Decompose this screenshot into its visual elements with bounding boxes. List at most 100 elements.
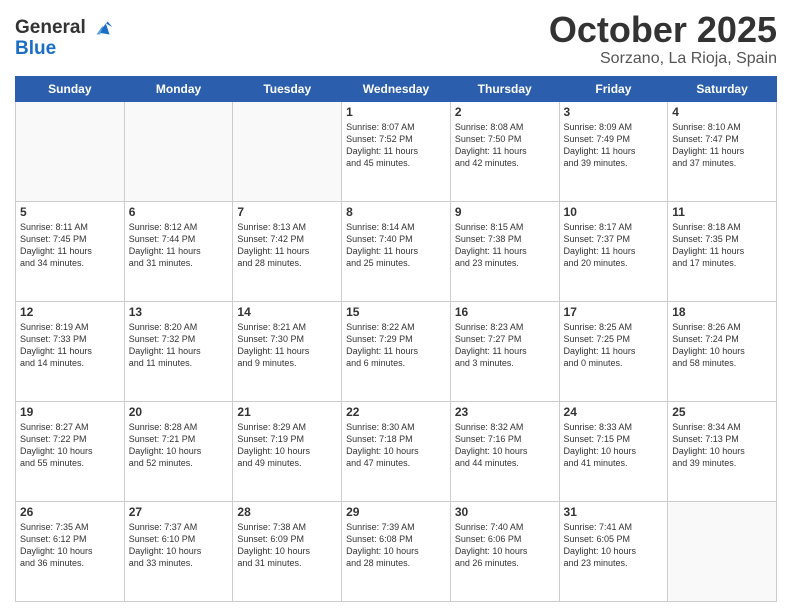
day-info: Sunrise: 8:23 AM Sunset: 7:27 PM Dayligh… bbox=[455, 321, 555, 370]
day-info: Sunrise: 7:38 AM Sunset: 6:09 PM Dayligh… bbox=[237, 521, 337, 570]
calendar-cell: 10 Sunrise: 8:17 AM Sunset: 7:37 PM Dayli… bbox=[559, 201, 668, 301]
calendar-cell bbox=[668, 501, 777, 601]
day-info: Sunrise: 8:32 AM Sunset: 7:16 PM Dayligh… bbox=[455, 421, 555, 470]
day-number: 20 bbox=[129, 405, 229, 419]
day-info: Sunrise: 7:35 AM Sunset: 6:12 PM Dayligh… bbox=[20, 521, 120, 570]
day-info: Sunrise: 8:29 AM Sunset: 7:19 PM Dayligh… bbox=[237, 421, 337, 470]
day-info: Sunrise: 8:09 AM Sunset: 7:49 PM Dayligh… bbox=[564, 121, 664, 170]
calendar-cell: 29Sunrise: 7:39 AM Sunset: 6:08 PM Dayli… bbox=[342, 501, 451, 601]
calendar-cell: 31 Sunrise: 7:41 AM Sunset: 6:05 PM Dayli… bbox=[559, 501, 668, 601]
logo-text: General Blue bbox=[15, 14, 117, 60]
header: General Blue October 2025 Sorzano, La Ri… bbox=[15, 10, 777, 68]
day-number: 28 bbox=[237, 505, 337, 519]
calendar-table: SundayMondayTuesdayWednesdayThursdayFrid… bbox=[15, 76, 777, 602]
day-info: Sunrise: 8:18 AM Sunset: 7:35 PM Dayligh… bbox=[672, 221, 772, 270]
day-info: Sunrise: 8:13 AM Sunset: 7:42 PM Dayligh… bbox=[237, 221, 337, 270]
day-number: 24 bbox=[564, 405, 664, 419]
calendar-cell: 16 Sunrise: 8:23 AM Sunset: 7:27 PM Dayli… bbox=[450, 301, 559, 401]
day-number: 2 bbox=[455, 105, 555, 119]
day-info: Sunrise: 8:21 AM Sunset: 7:30 PM Dayligh… bbox=[237, 321, 337, 370]
calendar-cell: 6 Sunrise: 8:12 AM Sunset: 7:44 PM Daylig… bbox=[124, 201, 233, 301]
day-info: Sunrise: 8:12 AM Sunset: 7:44 PM Dayligh… bbox=[129, 221, 229, 270]
day-info: Sunrise: 8:14 AM Sunset: 7:40 PM Dayligh… bbox=[346, 221, 446, 270]
logo: General Blue bbox=[15, 14, 117, 60]
day-number: 6 bbox=[129, 205, 229, 219]
day-info: Sunrise: 8:11 AM Sunset: 7:45 PM Dayligh… bbox=[20, 221, 120, 270]
calendar-week-row: 26 Sunrise: 7:35 AM Sunset: 6:12 PM Dayli… bbox=[16, 501, 777, 601]
location: Sorzano, La Rioja, Spain bbox=[549, 50, 777, 68]
calendar-cell: 24Sunrise: 8:33 AM Sunset: 7:15 PM Dayli… bbox=[559, 401, 668, 501]
day-number: 31 bbox=[564, 505, 664, 519]
day-number: 4 bbox=[672, 105, 772, 119]
day-number: 8 bbox=[346, 205, 446, 219]
day-number: 13 bbox=[129, 305, 229, 319]
day-number: 9 bbox=[455, 205, 555, 219]
weekday-header-monday: Monday bbox=[124, 76, 233, 101]
weekday-header-wednesday: Wednesday bbox=[342, 76, 451, 101]
month-title: October 2025 bbox=[549, 10, 777, 50]
logo-general: General bbox=[15, 17, 86, 38]
calendar-cell bbox=[124, 101, 233, 201]
day-number: 14 bbox=[237, 305, 337, 319]
day-info: Sunrise: 7:39 AM Sunset: 6:08 PM Dayligh… bbox=[346, 521, 446, 570]
day-info: Sunrise: 8:30 AM Sunset: 7:18 PM Dayligh… bbox=[346, 421, 446, 470]
calendar-cell: 17 Sunrise: 8:25 AM Sunset: 7:25 PM Dayli… bbox=[559, 301, 668, 401]
calendar-week-row: 1Sunrise: 8:07 AM Sunset: 7:52 PM Daylig… bbox=[16, 101, 777, 201]
day-number: 27 bbox=[129, 505, 229, 519]
title-block: October 2025 Sorzano, La Rioja, Spain bbox=[549, 10, 777, 68]
calendar-cell: 12Sunrise: 8:19 AM Sunset: 7:33 PM Dayli… bbox=[16, 301, 125, 401]
day-number: 11 bbox=[672, 205, 772, 219]
calendar-cell: 15Sunrise: 8:22 AM Sunset: 7:29 PM Dayli… bbox=[342, 301, 451, 401]
calendar-cell: 4Sunrise: 8:10 AM Sunset: 7:47 PM Daylig… bbox=[668, 101, 777, 201]
calendar-week-row: 5 Sunrise: 8:11 AM Sunset: 7:45 PM Daylig… bbox=[16, 201, 777, 301]
day-number: 10 bbox=[564, 205, 664, 219]
day-number: 26 bbox=[20, 505, 120, 519]
calendar-cell: 22Sunrise: 8:30 AM Sunset: 7:18 PM Dayli… bbox=[342, 401, 451, 501]
day-number: 17 bbox=[564, 305, 664, 319]
day-info: Sunrise: 8:34 AM Sunset: 7:13 PM Dayligh… bbox=[672, 421, 772, 470]
calendar-cell: 2 Sunrise: 8:08 AM Sunset: 7:50 PM Daylig… bbox=[450, 101, 559, 201]
calendar-cell: 3 Sunrise: 8:09 AM Sunset: 7:49 PM Daylig… bbox=[559, 101, 668, 201]
day-info: Sunrise: 7:41 AM Sunset: 6:05 PM Dayligh… bbox=[564, 521, 664, 570]
day-number: 7 bbox=[237, 205, 337, 219]
weekday-header-saturday: Saturday bbox=[668, 76, 777, 101]
day-info: Sunrise: 8:15 AM Sunset: 7:38 PM Dayligh… bbox=[455, 221, 555, 270]
calendar-cell: 13Sunrise: 8:20 AM Sunset: 7:32 PM Dayli… bbox=[124, 301, 233, 401]
day-info: Sunrise: 8:17 AM Sunset: 7:37 PM Dayligh… bbox=[564, 221, 664, 270]
day-number: 19 bbox=[20, 405, 120, 419]
calendar-cell bbox=[233, 101, 342, 201]
calendar-week-row: 12Sunrise: 8:19 AM Sunset: 7:33 PM Dayli… bbox=[16, 301, 777, 401]
calendar-cell: 19Sunrise: 8:27 AM Sunset: 7:22 PM Dayli… bbox=[16, 401, 125, 501]
day-number: 23 bbox=[455, 405, 555, 419]
day-number: 3 bbox=[564, 105, 664, 119]
calendar-cell: 7 Sunrise: 8:13 AM Sunset: 7:42 PM Daylig… bbox=[233, 201, 342, 301]
day-number: 21 bbox=[237, 405, 337, 419]
day-number: 18 bbox=[672, 305, 772, 319]
calendar-cell: 9 Sunrise: 8:15 AM Sunset: 7:38 PM Daylig… bbox=[450, 201, 559, 301]
weekday-header-sunday: Sunday bbox=[16, 76, 125, 101]
day-info: Sunrise: 8:08 AM Sunset: 7:50 PM Dayligh… bbox=[455, 121, 555, 170]
day-info: Sunrise: 8:26 AM Sunset: 7:24 PM Dayligh… bbox=[672, 321, 772, 370]
calendar-cell: 27Sunrise: 7:37 AM Sunset: 6:10 PM Dayli… bbox=[124, 501, 233, 601]
day-number: 16 bbox=[455, 305, 555, 319]
weekday-header-friday: Friday bbox=[559, 76, 668, 101]
day-number: 15 bbox=[346, 305, 446, 319]
calendar-cell: 1Sunrise: 8:07 AM Sunset: 7:52 PM Daylig… bbox=[342, 101, 451, 201]
day-info: Sunrise: 8:28 AM Sunset: 7:21 PM Dayligh… bbox=[129, 421, 229, 470]
day-number: 25 bbox=[672, 405, 772, 419]
day-number: 30 bbox=[455, 505, 555, 519]
calendar-cell: 18 Sunrise: 8:26 AM Sunset: 7:24 PM Dayli… bbox=[668, 301, 777, 401]
day-number: 5 bbox=[20, 205, 120, 219]
logo-bird-icon bbox=[89, 14, 117, 42]
calendar-cell: 8 Sunrise: 8:14 AM Sunset: 7:40 PM Daylig… bbox=[342, 201, 451, 301]
weekday-header-tuesday: Tuesday bbox=[233, 76, 342, 101]
calendar-cell: 21 Sunrise: 8:29 AM Sunset: 7:19 PM Dayli… bbox=[233, 401, 342, 501]
calendar-cell: 11 Sunrise: 8:18 AM Sunset: 7:35 PM Dayli… bbox=[668, 201, 777, 301]
calendar-cell: 20 Sunrise: 8:28 AM Sunset: 7:21 PM Dayli… bbox=[124, 401, 233, 501]
calendar-week-row: 19Sunrise: 8:27 AM Sunset: 7:22 PM Dayli… bbox=[16, 401, 777, 501]
calendar-cell: 23 Sunrise: 8:32 AM Sunset: 7:16 PM Dayli… bbox=[450, 401, 559, 501]
calendar-cell: 28 Sunrise: 7:38 AM Sunset: 6:09 PM Dayli… bbox=[233, 501, 342, 601]
day-info: Sunrise: 8:19 AM Sunset: 7:33 PM Dayligh… bbox=[20, 321, 120, 370]
day-info: Sunrise: 8:25 AM Sunset: 7:25 PM Dayligh… bbox=[564, 321, 664, 370]
calendar-cell: 26 Sunrise: 7:35 AM Sunset: 6:12 PM Dayli… bbox=[16, 501, 125, 601]
